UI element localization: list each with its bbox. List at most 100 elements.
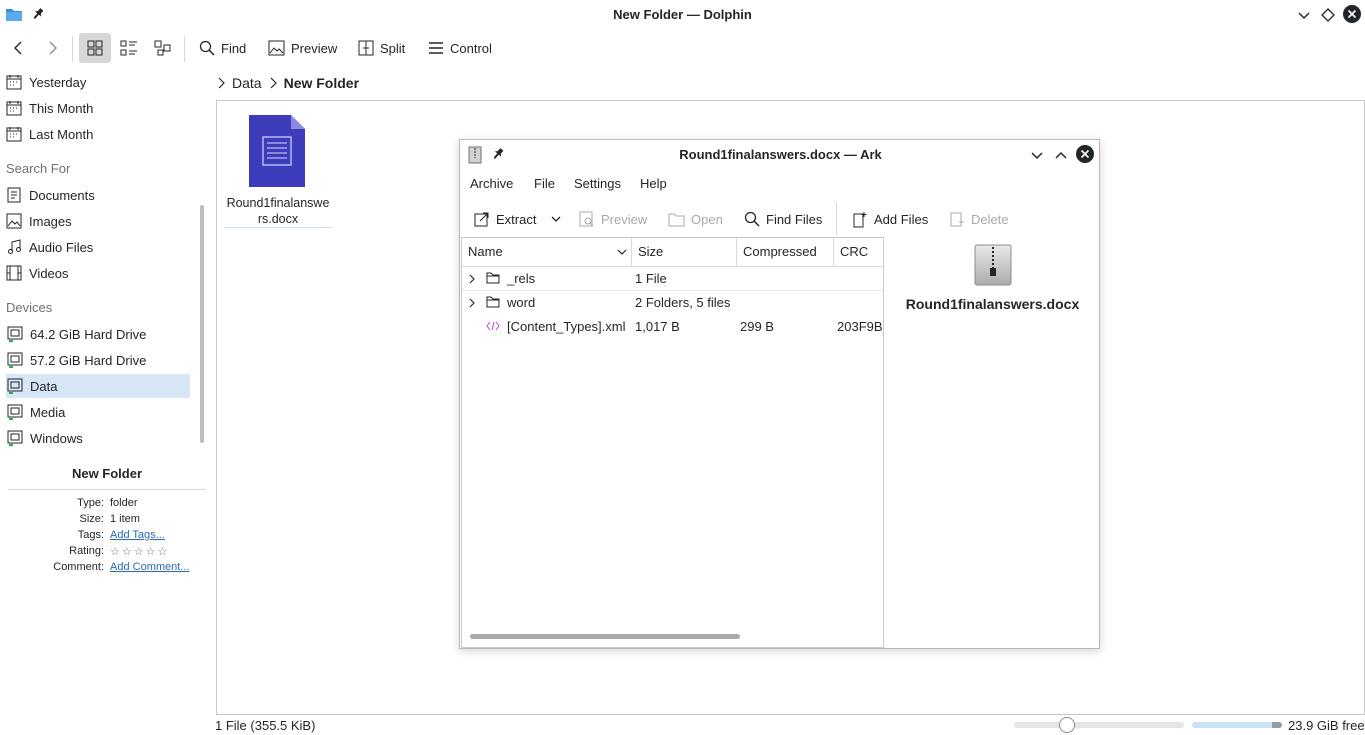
forward-button[interactable] xyxy=(45,33,61,63)
menu-settings[interactable]: Settings xyxy=(574,176,621,191)
row-name: _rels xyxy=(507,271,536,286)
minimize-icon[interactable] xyxy=(1297,8,1311,22)
chevron-down-icon xyxy=(551,216,561,222)
info-type-row: Type: folder xyxy=(0,497,210,513)
close-icon[interactable] xyxy=(1342,4,1362,24)
sidebar-item-label: 57.2 GiB Hard Drive xyxy=(30,352,147,368)
info-size-row: Size: 1 item xyxy=(0,513,210,529)
sidebar-item-images[interactable]: Images xyxy=(6,209,190,233)
devices-heading: Devices xyxy=(6,300,53,315)
column-compressed[interactable]: Compressed xyxy=(737,238,834,266)
sidebar-item-64gib-drive[interactable]: 64.2 GiB Hard Drive xyxy=(6,322,190,346)
compact-view-icon xyxy=(120,40,137,56)
sidebar-item-last-month[interactable]: Last Month xyxy=(6,122,190,146)
archive-zip-icon xyxy=(974,244,1012,286)
sidebar-scrollbar[interactable] xyxy=(200,205,204,443)
preview-button[interactable]: Preview xyxy=(268,33,337,63)
column-name[interactable]: Name xyxy=(462,238,632,266)
music-note-icon xyxy=(8,239,21,254)
extract-button[interactable]: Extract xyxy=(474,206,536,232)
close-icon[interactable] xyxy=(1075,144,1095,164)
chevron-right-icon xyxy=(218,77,225,89)
menu-file[interactable]: File xyxy=(534,176,555,191)
calendar-icon xyxy=(6,75,22,90)
icons-view-button[interactable] xyxy=(79,33,111,63)
info-type-value: folder xyxy=(110,497,138,509)
toolbar-separator xyxy=(836,202,837,234)
image-icon xyxy=(6,213,22,229)
extract-dropdown[interactable] xyxy=(550,206,562,232)
info-rating-row: Rating: ☆☆☆☆☆ xyxy=(0,545,210,561)
rating-stars[interactable]: ☆☆☆☆☆ xyxy=(110,545,169,558)
delete-file-icon xyxy=(950,212,964,227)
table-row[interactable]: [Content_Types].xml 1,017 B 299 B 203F9B xyxy=(462,315,883,339)
split-button[interactable]: Split xyxy=(358,33,405,63)
file-name-line1: Round1finalanswe xyxy=(226,196,330,210)
sidebar-item-media[interactable]: Media xyxy=(6,400,190,424)
menu-help[interactable]: Help xyxy=(640,176,667,191)
add-files-button[interactable]: Add Files xyxy=(852,206,928,232)
menu-archive[interactable]: Archive xyxy=(470,176,513,191)
table-row[interactable]: _rels 1 File xyxy=(462,267,883,291)
maximize-icon[interactable] xyxy=(1321,8,1335,22)
xml-code-icon xyxy=(486,321,500,331)
folder-open-icon xyxy=(668,213,685,226)
sidebar-item-videos[interactable]: Videos xyxy=(6,261,190,285)
maximize-icon[interactable] xyxy=(1054,148,1068,162)
chevron-right-icon xyxy=(469,274,475,284)
column-crc[interactable]: CRC xyxy=(834,238,883,266)
document-icon xyxy=(7,187,21,203)
table-row[interactable]: word 2 Folders, 5 files xyxy=(462,291,883,315)
sidebar-item-audio-files[interactable]: Audio Files xyxy=(6,235,190,259)
sidebar-item-label: Data xyxy=(30,378,58,394)
find-button[interactable]: Find xyxy=(199,33,246,63)
sidebar-item-yesterday[interactable]: Yesterday xyxy=(6,70,190,94)
delete-button[interactable]: Delete xyxy=(949,206,1009,232)
sidebar-item-label: Images xyxy=(29,213,72,229)
info-comment-row: Comment: Add Comment... xyxy=(0,561,210,577)
info-tags-row: Tags: Add Tags... xyxy=(0,529,210,545)
chevron-right-icon xyxy=(469,298,475,308)
main-toolbar: Find Preview Split Control xyxy=(0,30,1365,66)
add-comment-link[interactable]: Add Comment... xyxy=(110,561,189,573)
sidebar-item-label: Audio Files xyxy=(29,239,94,255)
folder-icon xyxy=(486,296,500,308)
horizontal-scrollbar[interactable] xyxy=(470,634,740,639)
add-tags-link[interactable]: Add Tags... xyxy=(110,529,165,541)
breadcrumb-item-data[interactable]: Data xyxy=(232,75,262,91)
sidebar-item-data[interactable]: Data xyxy=(6,374,190,398)
image-icon xyxy=(268,40,285,56)
open-button[interactable]: Open xyxy=(668,206,723,232)
column-size[interactable]: Size xyxy=(632,238,737,266)
sidebar-item-57gib-drive[interactable]: 57.2 GiB Hard Drive xyxy=(6,348,190,372)
file-item[interactable]: Round1finalanswe rs.docx xyxy=(224,115,332,228)
compact-view-button[interactable] xyxy=(120,33,138,63)
sidebar-item-documents[interactable]: Documents xyxy=(6,183,190,207)
preview-label: Preview xyxy=(601,211,648,227)
breadcrumb: Data New Folder xyxy=(216,72,359,94)
breadcrumb-item-new-folder[interactable]: New Folder xyxy=(284,75,359,91)
chevron-right-icon xyxy=(270,77,277,89)
details-view-button[interactable] xyxy=(154,33,172,63)
info-divider xyxy=(8,489,206,490)
split-label: Split xyxy=(380,40,406,56)
zoom-slider-handle[interactable] xyxy=(1059,717,1075,733)
file-underline xyxy=(224,227,332,228)
extract-icon xyxy=(474,212,489,227)
info-rating-label: Rating: xyxy=(69,545,104,557)
zoom-slider[interactable] xyxy=(1014,717,1184,733)
file-name-line2: rs.docx xyxy=(257,212,299,226)
info-panel-title: New Folder xyxy=(71,466,143,481)
row-name: [Content_Types].xml xyxy=(507,319,626,334)
split-icon xyxy=(358,40,374,56)
back-button[interactable] xyxy=(10,33,26,63)
sidebar-item-this-month[interactable]: This Month xyxy=(6,96,190,120)
sidebar-item-windows[interactable]: Windows xyxy=(6,426,190,450)
preview-button[interactable]: Preview xyxy=(579,206,647,232)
minimize-icon[interactable] xyxy=(1030,148,1044,162)
archive-preview-name: Round1finalanswers.docx xyxy=(905,296,1080,312)
find-files-button[interactable]: Find Files xyxy=(744,206,822,232)
info-tags-label: Tags: xyxy=(77,529,104,541)
hamburger-menu-icon xyxy=(429,42,443,54)
control-button[interactable]: Control xyxy=(428,33,492,63)
